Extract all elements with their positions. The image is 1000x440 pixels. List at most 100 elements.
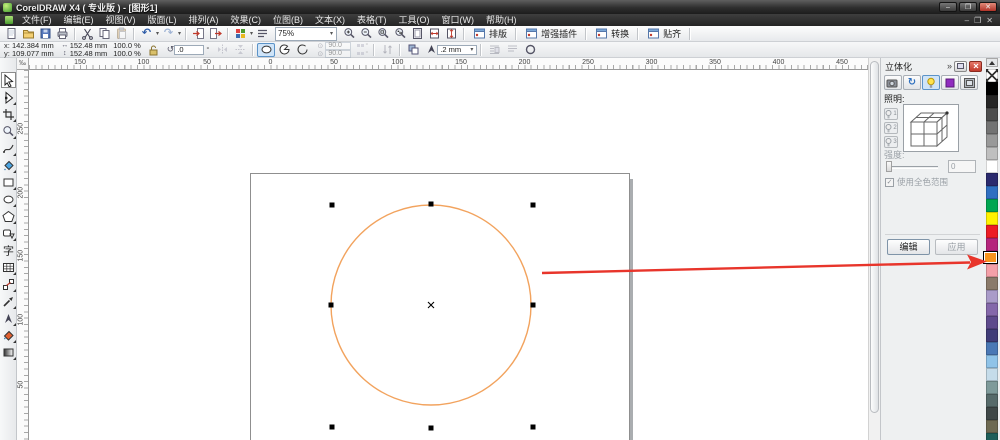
polygon-tool[interactable] [1, 208, 16, 224]
rectangle-tool[interactable] [1, 174, 16, 190]
redo-dropdown-icon[interactable]: ▾ [178, 30, 181, 37]
color-swatch-21[interactable] [986, 342, 998, 355]
undo-button[interactable]: ↶ [138, 27, 155, 41]
launcher-dropdown-icon[interactable]: ▾ [250, 30, 253, 37]
angle-spinners[interactable]: ° ° [357, 41, 368, 58]
mirror-vertical-icon[interactable] [231, 43, 249, 57]
color-swatch-18[interactable] [986, 303, 998, 316]
color-swatch-15[interactable] [986, 264, 998, 277]
zoom-selected-icon[interactable] [375, 27, 392, 41]
open-button[interactable] [20, 27, 37, 41]
zoom-level-combo[interactable]: 75% ▾ [275, 26, 338, 41]
ruler-origin[interactable]: ‰ [17, 58, 29, 70]
color-swatch-7[interactable] [986, 160, 998, 173]
no-color-swatch[interactable] [986, 69, 998, 82]
mdi-minimize-button[interactable]: – [965, 16, 969, 25]
interactive-blend-tool[interactable] [1, 276, 16, 292]
application-launcher-icon[interactable] [232, 27, 249, 41]
full-color-range-checkbox[interactable] [885, 177, 894, 187]
color-swatch-24[interactable] [986, 381, 998, 394]
scrollbar-thumb[interactable] [870, 61, 879, 413]
text-tool[interactable]: 字 [1, 242, 16, 258]
smart-fill-tool[interactable] [1, 157, 16, 173]
menu-layout[interactable]: 版面(L) [142, 14, 183, 26]
title-bar[interactable]: CorelDRAW X4 ( 专业版 ) - [图形1] – ❐ ✕ [0, 0, 1000, 14]
outline-pen-tool[interactable] [1, 310, 16, 326]
extrude-camera-icon[interactable] [884, 75, 902, 90]
full-color-range-option[interactable]: 使用全色范围 [885, 176, 948, 188]
extrude-color-icon[interactable] [941, 75, 959, 90]
menu-effects[interactable]: 效果(C) [225, 14, 268, 26]
minimize-button[interactable]: – [939, 2, 957, 12]
pie-mode-button[interactable] [275, 43, 293, 57]
plugin-button-plugins[interactable]: 增强插件 [520, 27, 582, 41]
color-swatch-25[interactable] [986, 394, 998, 407]
plugin-button-convert[interactable]: 转换 [590, 27, 634, 41]
color-swatch-16[interactable] [986, 277, 998, 290]
vertical-ruler[interactable]: 250 200 150 100 50 [17, 70, 29, 440]
slider-track[interactable] [886, 166, 938, 169]
object-size-fields[interactable]: ↔ 152.48 mm ↕ 152.48 mm [60, 41, 107, 58]
print-button[interactable] [54, 27, 71, 41]
import-button[interactable] [190, 27, 207, 41]
zoom-in-icon[interactable] [341, 27, 358, 41]
freehand-tool[interactable] [1, 140, 16, 156]
eyedropper-tool[interactable] [1, 293, 16, 309]
fill-tool[interactable] [1, 327, 16, 343]
color-swatch-27[interactable] [986, 420, 998, 433]
vertical-scrollbar[interactable] [868, 58, 880, 440]
basic-shapes-tool[interactable] [1, 225, 16, 241]
color-swatch-20[interactable] [986, 329, 998, 342]
interactive-fill-tool[interactable] [1, 344, 16, 360]
zoom-to-page-width-icon[interactable] [426, 27, 443, 41]
color-swatch-13[interactable] [986, 238, 998, 251]
ellipse-mode-button[interactable] [257, 42, 276, 57]
new-document-button[interactable] [3, 27, 20, 41]
mdi-close-button[interactable]: ✕ [986, 16, 993, 25]
arc-angle-fields[interactable]: ⊙ 90.0 ⊙ 90.0 [315, 41, 352, 58]
menu-help[interactable]: 帮助(H) [480, 14, 523, 26]
docker-close-button[interactable] [969, 60, 982, 72]
menu-file[interactable]: 文件(F) [16, 14, 58, 26]
palette-scroll-up-button[interactable] [986, 58, 998, 67]
color-swatch-26[interactable] [986, 407, 998, 420]
to-back-of-layer-icon[interactable] [404, 43, 422, 57]
paste-button[interactable] [113, 27, 130, 41]
intensity-value-field[interactable]: 0 [948, 160, 976, 173]
plugin-button-layout[interactable]: 排版 [468, 27, 512, 41]
change-direction-icon[interactable] [378, 43, 396, 57]
color-swatch-2[interactable] [986, 95, 998, 108]
zoom-all-objects-icon[interactable] [392, 27, 409, 41]
crop-tool[interactable] [1, 106, 16, 122]
undo-dropdown-icon[interactable]: ▾ [156, 30, 159, 37]
menu-edit[interactable]: 编辑(E) [58, 14, 100, 26]
options-icon[interactable] [254, 27, 271, 41]
menu-tools[interactable]: 工具(O) [393, 14, 436, 26]
menu-text[interactable]: 文本(X) [309, 14, 351, 26]
color-swatch-5[interactable] [986, 134, 998, 147]
extrude-rotation-icon[interactable]: ↻ [903, 75, 921, 90]
drawing-canvas[interactable] [29, 70, 868, 440]
object-position-fields[interactable]: x: 142.384 mm y: 109.077 mm [4, 41, 54, 58]
light-source-3-button[interactable]: 3 [884, 136, 898, 148]
wrap-text-icon[interactable] [485, 43, 503, 57]
close-button[interactable]: ✕ [979, 2, 997, 12]
mdi-restore-button[interactable]: ❐ [974, 16, 981, 25]
color-swatch-12[interactable] [986, 225, 998, 238]
pick-tool[interactable] [0, 72, 16, 88]
color-swatch-14[interactable] [983, 251, 998, 264]
menu-window[interactable]: 窗口(W) [436, 14, 481, 26]
apply-button[interactable]: 应用 [935, 239, 978, 255]
color-swatch-1[interactable] [986, 82, 998, 95]
color-swatch-28[interactable] [986, 433, 998, 440]
color-swatch-19[interactable] [986, 316, 998, 329]
zoom-out-icon[interactable] [358, 27, 375, 41]
scale-factor-fields[interactable]: 100.0 % 100.0 % [113, 41, 141, 58]
color-swatch-23[interactable] [986, 368, 998, 381]
menu-arrange[interactable]: 排列(A) [183, 14, 225, 26]
color-swatch-10[interactable] [986, 199, 998, 212]
color-swatch-4[interactable] [986, 121, 998, 134]
docker-chevron-icon[interactable]: » [947, 61, 952, 71]
mirror-horizontal-icon[interactable] [213, 43, 231, 57]
light-source-2-button[interactable]: 2 [884, 122, 898, 134]
